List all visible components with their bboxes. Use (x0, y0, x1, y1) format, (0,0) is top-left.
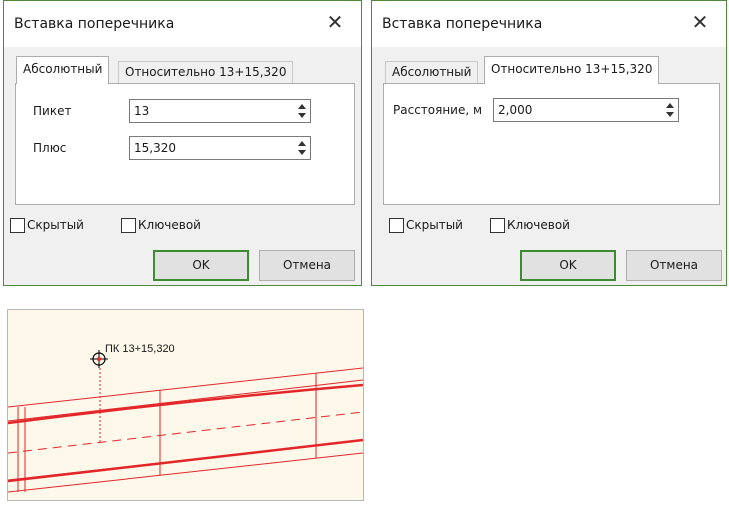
spin-up-icon[interactable] (666, 103, 674, 108)
close-icon[interactable]: ✕ (325, 12, 345, 32)
ok-button[interactable]: OK (520, 250, 616, 281)
checkbox-box[interactable] (490, 218, 505, 233)
tab-relative[interactable]: Относительно 13+15,320 (484, 56, 660, 84)
carriageway-edge-top (8, 383, 363, 425)
key-checkbox-label: Ключевой (507, 218, 570, 232)
dialog-title: Вставка поперечника (14, 16, 175, 32)
cancel-button[interactable]: Отмена (626, 250, 722, 281)
cancel-button[interactable]: Отмена (259, 250, 355, 281)
edge-line-top-inner (8, 379, 363, 422)
spin-arrows[interactable] (296, 139, 308, 157)
spin-down-icon[interactable] (298, 150, 306, 155)
title-bar: Вставка поперечника ✕ (372, 1, 726, 47)
tab-absolute[interactable]: Абсолютный (385, 61, 479, 84)
spin-up-icon[interactable] (298, 141, 306, 146)
distance-spinbox[interactable]: 2,000 (493, 98, 679, 122)
picket-value: 13 (134, 104, 150, 118)
ok-button[interactable]: OK (153, 250, 249, 281)
tab-panel: Пикет 13 Плюс 15,320 (15, 83, 355, 205)
spin-arrows[interactable] (664, 101, 676, 119)
tab-panel: Расстояние, м 2,000 (383, 83, 720, 205)
spin-up-icon[interactable] (298, 104, 306, 109)
insert-crosssection-dialog-absolute: Вставка поперечника ✕ Абсолютный Относит… (3, 0, 362, 286)
checkbox-box[interactable] (10, 218, 25, 233)
title-bar: Вставка поперечника ✕ (4, 1, 361, 47)
plan-view-canvas[interactable]: ПК 13+15,320 (7, 309, 364, 501)
tab-absolute[interactable]: Абсолютный (16, 56, 110, 84)
edge-line-bottom (8, 452, 363, 493)
plus-value: 15,320 (134, 141, 176, 155)
dialog-title: Вставка поперечника (382, 16, 543, 32)
distance-value: 2,000 (498, 103, 533, 117)
close-icon[interactable]: ✕ (690, 12, 710, 32)
tab-relative[interactable]: Относительно 13+15,320 (118, 61, 294, 84)
picket-spinbox[interactable]: 13 (129, 99, 311, 123)
station-label: ПК 13+15,320 (105, 343, 175, 355)
insert-crosssection-dialog-relative: Вставка поперечника ✕ Абсолютный Относит… (371, 0, 727, 286)
spin-down-icon[interactable] (298, 113, 306, 118)
carriageway-edge-bottom (8, 438, 363, 483)
key-checkbox-label: Ключевой (138, 218, 201, 232)
plus-spinbox[interactable]: 15,320 (129, 136, 311, 160)
spin-arrows[interactable] (296, 102, 308, 120)
picket-label: Пикет (33, 104, 72, 118)
hidden-checkbox-label: Скрытый (406, 218, 463, 232)
spin-down-icon[interactable] (666, 112, 674, 117)
road-plan-drawing (8, 350, 363, 493)
distance-label: Расстояние, м (393, 103, 483, 117)
hidden-checkbox-label: Скрытый (27, 218, 84, 232)
checkbox-box[interactable] (389, 218, 404, 233)
plus-label: Плюс (33, 141, 67, 155)
checkbox-box[interactable] (121, 218, 136, 233)
